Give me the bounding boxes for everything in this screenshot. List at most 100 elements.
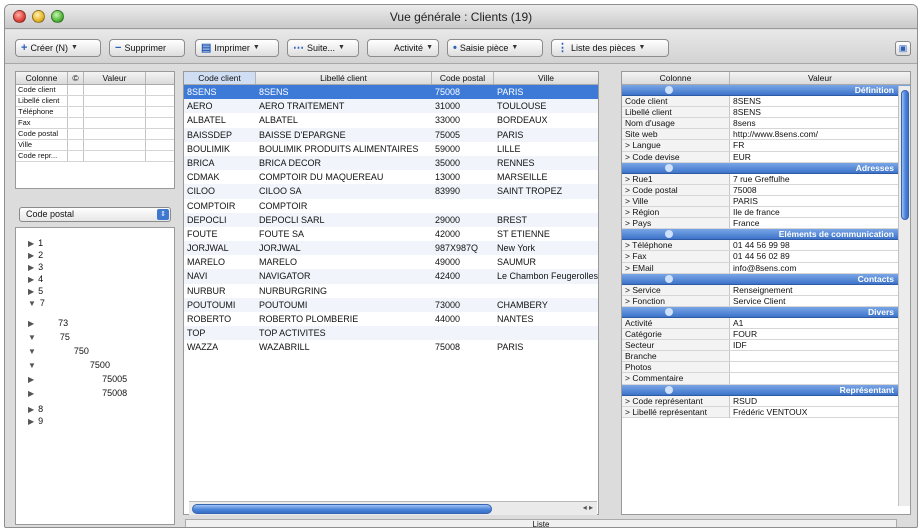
section-toggle[interactable] xyxy=(622,274,730,284)
client-row[interactable]: JORJWAL JORJWAL 987X987Q New York xyxy=(184,241,598,256)
copyright-header[interactable]: © xyxy=(68,72,84,84)
field-value[interactable] xyxy=(84,107,146,117)
disclosure-open-icon[interactable]: ▼ xyxy=(28,333,36,342)
delete-button[interactable]: − Supprimer xyxy=(109,39,185,57)
tree-node[interactable]: ▶ 73 xyxy=(28,318,68,328)
field-flag[interactable] xyxy=(68,96,84,106)
details-column-header[interactable]: Colonne xyxy=(622,72,730,84)
detail-value[interactable]: FOUR xyxy=(730,329,910,340)
disclosure-open-icon[interactable]: ▼ xyxy=(28,361,36,370)
detail-row[interactable]: Photos xyxy=(622,362,910,374)
header-ville[interactable]: Ville xyxy=(494,72,598,84)
detail-value[interactable]: 01 44 56 99 98 xyxy=(730,240,910,251)
section-header[interactable]: Divers xyxy=(622,306,910,318)
tree-node[interactable]: ▶ 8 xyxy=(28,404,43,414)
disclosure-open-icon[interactable]: ▼ xyxy=(28,347,36,356)
section-toggle[interactable] xyxy=(622,307,730,317)
detail-value[interactable] xyxy=(730,362,910,373)
field-row[interactable]: Ville xyxy=(16,140,174,151)
group-by-select[interactable]: Code postal ⇕ xyxy=(19,207,171,222)
details-value-header[interactable]: Valeur xyxy=(730,72,910,84)
section-toggle[interactable] xyxy=(622,229,730,239)
detail-row[interactable]: > EMail info@8sens.com xyxy=(622,262,910,274)
field-flag[interactable] xyxy=(68,118,84,128)
disclosure-closed-icon[interactable]: ▶ xyxy=(28,417,34,426)
tree-node[interactable]: ▶ 4 xyxy=(28,274,43,284)
tree-node[interactable]: ▼ 7500 xyxy=(28,360,110,370)
horizontal-scrollbar[interactable]: ◂ ▸ xyxy=(189,501,597,515)
disclosure-closed-icon[interactable]: ▶ xyxy=(28,405,34,414)
detail-row[interactable]: Libellé client 8SENS xyxy=(622,107,910,119)
detail-row[interactable]: Nom d'usage 8sens xyxy=(622,118,910,130)
detail-value[interactable] xyxy=(730,351,910,362)
client-row[interactable]: BAISSDEP BAISSE D'EPARGNE 75005 PARIS xyxy=(184,127,598,142)
detail-value[interactable]: FR xyxy=(730,140,910,151)
print-button[interactable]: ▤ Imprimer ▼ xyxy=(195,39,279,57)
value-header[interactable]: Valeur xyxy=(84,72,146,84)
detail-value[interactable]: info@8sens.com xyxy=(730,262,910,273)
disclosure-closed-icon[interactable]: ▶ xyxy=(28,251,34,260)
client-row[interactable]: ROBERTO ROBERTO PLOMBERIE 44000 NANTES xyxy=(184,312,598,326)
disclosure-open-icon[interactable]: ▼ xyxy=(28,299,36,308)
field-row[interactable]: Libellé client xyxy=(16,96,174,107)
detail-value[interactable]: http://www.8sens.com/ xyxy=(730,129,910,140)
client-row[interactable]: BOULIMIK BOULIMIK PRODUITS ALIMENTAIRES 59… xyxy=(184,142,598,156)
tree-node[interactable]: ▼ 75 xyxy=(28,332,70,342)
client-row[interactable]: MARELO MARELO 49000 SAUMUR xyxy=(184,255,598,269)
detail-row[interactable]: > Libellé représentant Frédéric VENTOUX xyxy=(622,406,910,418)
tree-node[interactable]: ▶ 75005 xyxy=(28,374,127,384)
section-header[interactable]: Définition xyxy=(622,85,910,97)
tree-node[interactable]: ▶ 9 xyxy=(28,416,43,426)
client-row[interactable]: NAVI NAVIGATOR 42400 Le Chambon Feugerolles xyxy=(184,269,598,284)
vertical-scrollbar[interactable] xyxy=(898,86,910,506)
field-value[interactable] xyxy=(84,151,146,161)
detail-value[interactable]: 8sens xyxy=(730,118,910,129)
disclosure-closed-icon[interactable]: ▶ xyxy=(28,375,34,384)
field-row[interactable]: Code postal xyxy=(16,129,174,140)
detail-value[interactable]: 8SENS xyxy=(730,96,910,107)
detail-row[interactable]: Site web http://www.8sens.com/ xyxy=(622,129,910,141)
detail-row[interactable]: > Code postal 75008 xyxy=(622,184,910,196)
detail-value[interactable]: Ile de france xyxy=(730,207,910,218)
vertical-scroll-thumb[interactable] xyxy=(901,90,909,220)
tree-node[interactable]: ▶ 2 xyxy=(28,250,43,260)
client-row[interactable]: CDMAK COMPTOIR DU MAQUEREAU 13000 MARSEILLE xyxy=(184,170,598,184)
section-header[interactable]: Eléments de communication xyxy=(622,229,910,241)
field-value[interactable] xyxy=(84,118,146,128)
detail-row[interactable]: > Rue1 7 rue Greffulhe xyxy=(622,173,910,185)
field-flag[interactable] xyxy=(68,129,84,139)
detail-row[interactable]: Catégorie FOUR xyxy=(622,329,910,341)
column-header[interactable]: Colonne xyxy=(16,72,68,84)
header-code-postal[interactable]: Code postal xyxy=(432,72,494,84)
field-row[interactable]: Code client xyxy=(16,85,174,96)
field-flag[interactable] xyxy=(68,85,84,95)
client-row[interactable]: TOP TOP ACTIVITES xyxy=(184,326,598,341)
field-flag[interactable] xyxy=(68,151,84,161)
disclosure-closed-icon[interactable]: ▶ xyxy=(28,239,34,248)
detail-row[interactable]: > Région Ile de france xyxy=(622,207,910,219)
section-toggle[interactable] xyxy=(622,163,730,173)
field-flag[interactable] xyxy=(68,140,84,150)
more-button[interactable]: ⋯ Suite... ▼ xyxy=(287,39,359,57)
field-row[interactable]: Téléphone xyxy=(16,107,174,118)
client-row[interactable]: ALBATEL ALBATEL 33000 BORDEAUX xyxy=(184,113,598,127)
activity-button[interactable]: Activité ▼ xyxy=(367,39,439,57)
detail-row[interactable]: Code client 8SENS xyxy=(622,96,910,108)
field-value[interactable] xyxy=(84,85,146,95)
detail-row[interactable]: > Pays France xyxy=(622,218,910,230)
detail-value[interactable] xyxy=(730,373,910,384)
detail-row[interactable]: > Fonction Service Client xyxy=(622,295,910,307)
client-row[interactable]: POUTOUMI POUTOUMI 73000 CHAMBERY xyxy=(184,297,598,312)
detail-value[interactable]: France xyxy=(730,218,910,229)
client-row[interactable]: NURBUR NURBURGRING xyxy=(184,284,598,298)
section-header[interactable]: Adresses xyxy=(622,162,910,174)
header-libelle-client[interactable]: Libellé client xyxy=(256,72,432,84)
detail-value[interactable]: EUR xyxy=(730,151,910,162)
detail-value[interactable]: Renseignement xyxy=(730,284,910,295)
section-header[interactable]: Représentant xyxy=(622,384,910,396)
detail-value[interactable]: IDF xyxy=(730,340,910,351)
client-row[interactable]: WAZZA WAZABRILL 75008 PARIS xyxy=(184,340,598,354)
detail-value[interactable]: Service Client xyxy=(730,295,910,306)
scroll-arrows-icon[interactable]: ◂ ▸ xyxy=(583,503,593,512)
detail-row[interactable]: > Ville PARIS xyxy=(622,195,910,208)
